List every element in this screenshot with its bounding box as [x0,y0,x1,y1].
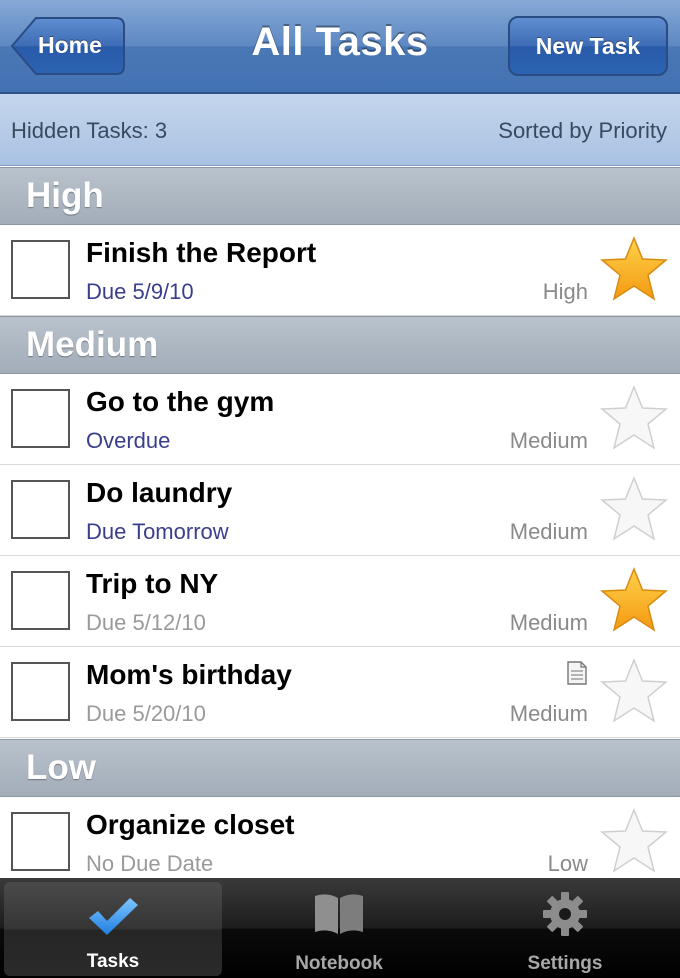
tab-label: Notebook [295,953,383,974]
task-priority: High [542,279,588,304]
star-empty-icon[interactable] [600,807,668,875]
task-checkbox[interactable] [11,389,70,448]
star-empty-icon[interactable] [600,475,668,543]
task-title: Finish the Report [86,237,317,268]
task-due-date: Due 5/12/10 [86,610,206,635]
new-task-button[interactable]: New Task [508,16,668,76]
tab-notebook[interactable]: Notebook [226,878,452,978]
star-empty-icon[interactable] [600,657,668,725]
navigation-bar: Home All Tasks New Task [0,0,680,94]
task-priority: Medium [509,428,588,453]
task-title: Do laundry [86,477,233,508]
section-title: Low [26,748,96,787]
task-row[interactable]: Do laundry Due Tomorrow Medium [0,465,680,556]
task-due-date: Overdue [86,428,171,453]
task-due-date: Due Tomorrow [86,519,229,544]
info-bar: Hidden Tasks: 3 Sorted by Priority [0,94,680,166]
task-priority: Medium [509,519,588,544]
star-filled-icon[interactable] [600,235,668,303]
task-checkbox[interactable] [11,662,70,721]
task-row[interactable]: Finish the Report Due 5/9/10 High [0,225,680,316]
checkmark-icon [89,898,138,935]
hidden-tasks-count: Hidden Tasks: 3 [11,118,168,143]
section-header-low: Low [0,739,680,797]
gear-icon [543,892,587,936]
task-priority: Medium [509,701,588,726]
section-title: Medium [26,325,159,364]
notebook-icon [315,894,363,934]
note-icon [567,661,587,685]
task-checkbox[interactable] [11,240,70,299]
tab-tasks[interactable]: Tasks [4,882,222,976]
task-row[interactable]: Trip to NY Due 5/12/10 Medium [0,556,680,647]
section-header-medium: Medium [0,316,680,374]
section-title: High [26,176,104,215]
tab-label: Settings [527,953,603,974]
task-row[interactable]: Organize closet No Due Date Low [0,797,680,888]
task-due-date: No Due Date [86,851,214,876]
tab-bar: Tasks Notebook Settings [0,878,680,978]
task-checkbox[interactable] [11,571,70,630]
task-title: Mom's birthday [86,659,292,690]
task-checkbox[interactable] [11,480,70,539]
star-filled-icon[interactable] [600,566,668,634]
task-priority: Medium [509,610,588,635]
task-due-date: Due 5/9/10 [86,279,194,304]
sort-label[interactable]: Sorted by Priority [498,118,667,144]
task-title: Go to the gym [86,386,275,417]
task-title: Trip to NY [86,568,219,599]
task-checkbox[interactable] [11,812,70,871]
task-row[interactable]: Go to the gym Overdue Medium [0,374,680,465]
task-priority: Low [547,851,588,876]
star-empty-icon[interactable] [600,384,668,452]
tab-settings[interactable]: Settings [452,878,678,978]
task-title: Organize closet [86,809,295,840]
task-due-date: Due 5/20/10 [86,701,206,726]
section-header-high: High [0,167,680,225]
tab-label: Tasks [86,951,140,972]
task-row[interactable]: Mom's birthday Due 5/20/10 Medium [0,647,680,738]
